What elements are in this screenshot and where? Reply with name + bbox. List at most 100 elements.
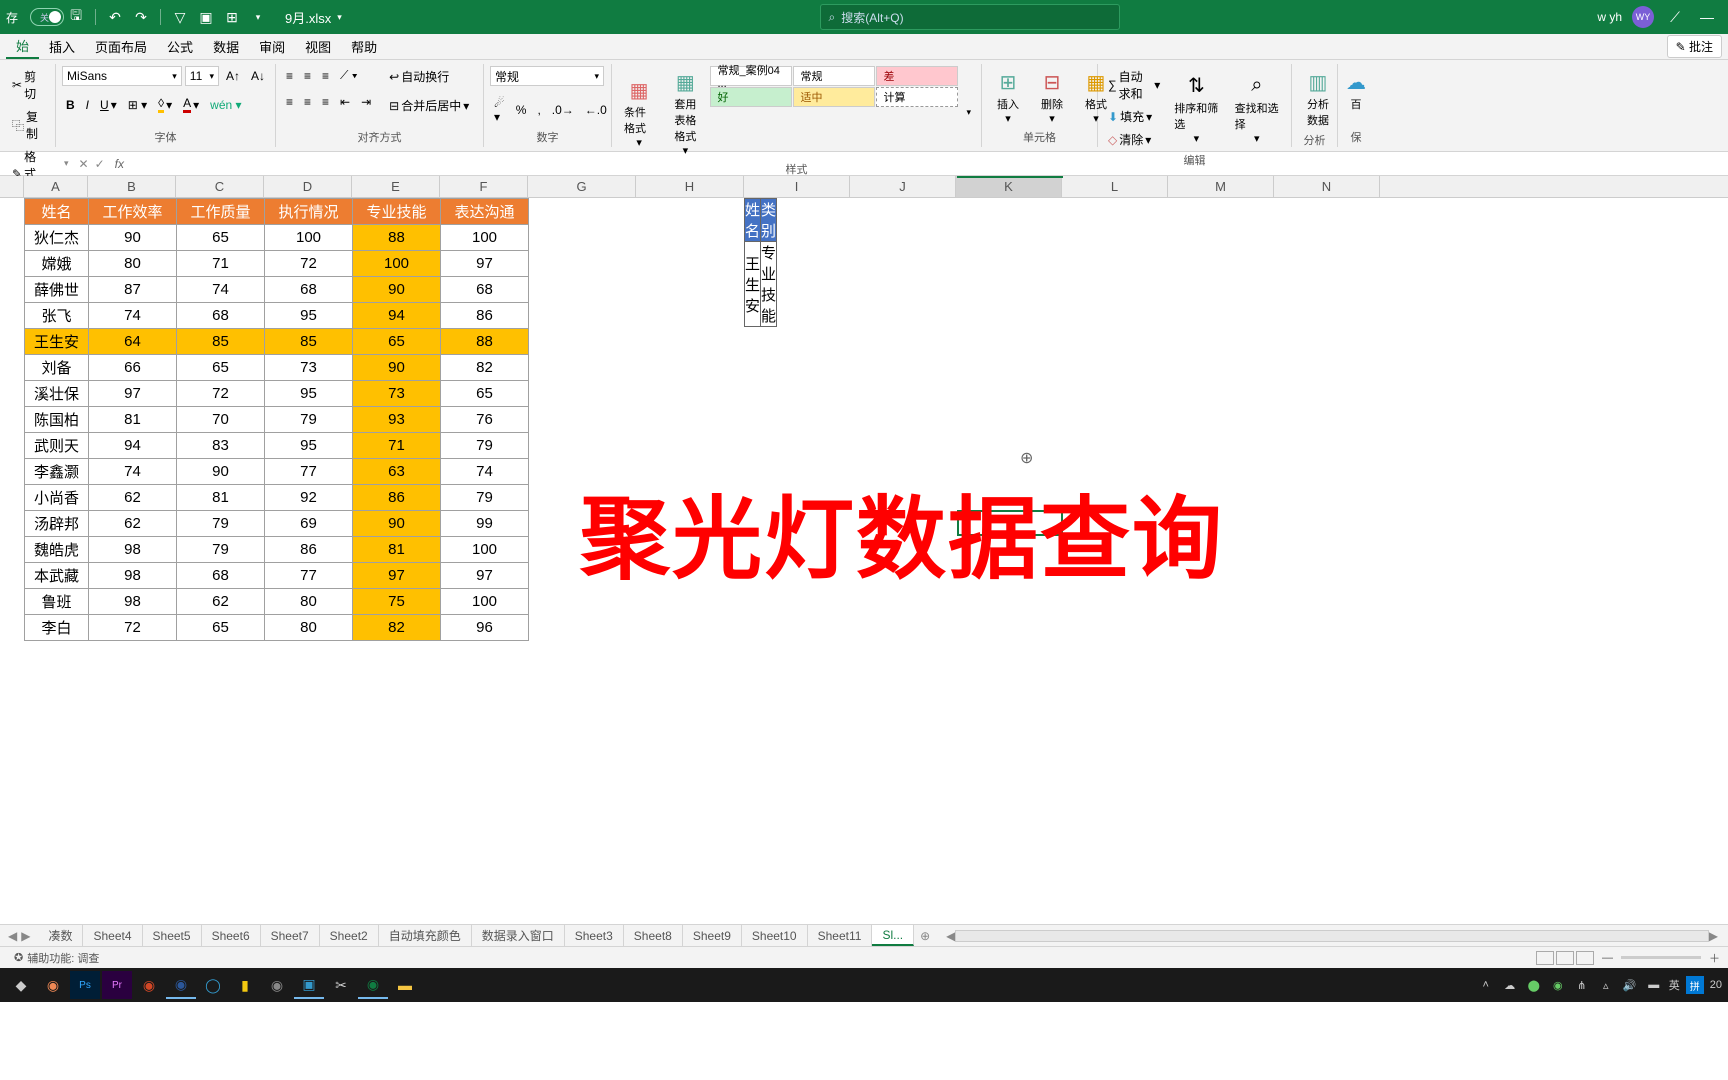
tray-up-icon[interactable]: ˄ <box>1477 976 1495 994</box>
align-center-icon[interactable]: ≡ <box>300 93 315 111</box>
sheet-tab[interactable]: Sheet11 <box>808 925 873 946</box>
indent-dec-icon[interactable]: ⇤ <box>336 93 354 111</box>
sheet-tab[interactable]: Sheet10 <box>742 925 808 946</box>
recorder-icon[interactable]: ▣ <box>294 971 324 999</box>
col-header-J[interactable]: J <box>850 176 956 197</box>
baidu-button[interactable]: ☁百 <box>1344 66 1368 114</box>
cell-style-calc[interactable]: 计算 <box>876 87 958 107</box>
cell-style-custom[interactable]: 常规_案例04 ... <box>710 66 792 86</box>
italic-button[interactable]: I <box>82 96 93 114</box>
view-layout-icon[interactable] <box>1556 951 1574 965</box>
sheet-tab[interactable]: Sheet8 <box>624 925 683 946</box>
autosave-toggle[interactable] <box>30 8 64 26</box>
align-mid-icon[interactable]: ≡ <box>300 67 315 85</box>
hscroll-right-icon[interactable]: ▶ <box>1709 929 1718 943</box>
sheet-tab[interactable]: Sheet3 <box>565 925 624 946</box>
tab-formula[interactable]: 公式 <box>157 34 203 59</box>
col-header-L[interactable]: L <box>1062 176 1168 197</box>
col-header-B[interactable]: B <box>88 176 176 197</box>
tray-network-icon[interactable]: ▵ <box>1597 976 1615 994</box>
tab-data[interactable]: 数据 <box>203 34 249 59</box>
word-icon[interactable]: ◉ <box>166 971 196 999</box>
chrome-icon[interactable]: ◉ <box>38 971 68 999</box>
col-header-G[interactable]: G <box>528 176 636 197</box>
fx-icon[interactable]: fx <box>115 157 124 171</box>
currency-icon[interactable]: ☄ ▾ <box>490 94 509 126</box>
sheet-tab[interactable]: Sheet2 <box>320 925 379 946</box>
sheet-tab[interactable]: Sheet5 <box>143 925 202 946</box>
ribbon-options-icon[interactable]: ⟋ <box>1664 6 1686 28</box>
undo-icon[interactable]: ↶ <box>104 6 126 28</box>
decrease-font-icon[interactable]: A↓ <box>247 67 269 85</box>
col-header-N[interactable]: N <box>1274 176 1380 197</box>
namebox-dropdown-icon[interactable]: ▾ <box>60 158 73 169</box>
accessibility-icon[interactable]: ✪ <box>14 951 23 964</box>
sheet-tab[interactable]: 数据录入窗口 <box>472 925 565 946</box>
tray-battery-icon[interactable]: ▬ <box>1645 976 1663 994</box>
sheet-tab[interactable]: 凑数 <box>38 925 83 946</box>
col-header-K[interactable]: K <box>956 176 1062 197</box>
underline-button[interactable]: U ▾ <box>96 96 121 114</box>
align-right-icon[interactable]: ≡ <box>318 93 333 111</box>
col-header-I[interactable]: I <box>744 176 850 197</box>
camera-icon[interactable]: ▣ <box>195 6 217 28</box>
fill-color-button[interactable]: ◊ ▾ <box>154 94 176 115</box>
col-header-F[interactable]: F <box>440 176 528 197</box>
zoom-out-icon[interactable]: — <box>1602 952 1613 964</box>
account-name[interactable]: w yh <box>1597 10 1622 24</box>
view-break-icon[interactable] <box>1576 951 1594 965</box>
sheet-tab[interactable]: Sheet4 <box>83 925 142 946</box>
align-bot-icon[interactable]: ≡ <box>318 67 333 85</box>
tab-review[interactable]: 审阅 <box>249 34 295 59</box>
sheet-prev-icon[interactable]: ◀ <box>8 929 17 943</box>
tab-insert[interactable]: 插入 <box>39 34 85 59</box>
sheet-tab[interactable]: Sheet9 <box>683 925 742 946</box>
sheet-next-icon[interactable]: ▶ <box>21 929 30 943</box>
col-header-C[interactable]: C <box>176 176 264 197</box>
tray-volume-icon[interactable]: 🔊 <box>1621 976 1639 994</box>
find-select-button[interactable]: ⌕查找和选择▾ <box>1229 66 1285 150</box>
add-sheet-button[interactable]: ⊕ <box>914 929 936 943</box>
hscroll-left-icon[interactable]: ◀ <box>946 929 955 943</box>
cut-button[interactable]: ✂剪切 <box>8 66 49 104</box>
bold-button[interactable]: B <box>62 96 79 114</box>
phonetic-button[interactable]: wén ▾ <box>206 96 245 114</box>
tray-lang[interactable]: 英 <box>1669 977 1680 993</box>
dec-decimal-icon[interactable]: ←.0 <box>581 101 611 119</box>
merge-center-button[interactable]: ⊟合并后居中 ▾ <box>385 95 473 116</box>
fill-button[interactable]: ⬇填充 ▾ <box>1104 106 1164 127</box>
indent-inc-icon[interactable]: ⇥ <box>357 93 375 111</box>
cancel-icon[interactable]: ✕ <box>79 157 89 171</box>
col-header-M[interactable]: M <box>1168 176 1274 197</box>
border-button[interactable]: ⊞ ▾ <box>124 96 151 114</box>
font-name-select[interactable]: MiSans▾ <box>62 66 182 86</box>
form-icon[interactable]: ⊞ <box>221 6 243 28</box>
tab-help[interactable]: 帮助 <box>341 34 387 59</box>
horizontal-scrollbar[interactable] <box>955 930 1708 942</box>
styles-more-icon[interactable]: ▾ <box>962 105 975 120</box>
tray-ime-icon[interactable]: 拼 <box>1686 976 1704 994</box>
view-normal-icon[interactable] <box>1536 951 1554 965</box>
inc-decimal-icon[interactable]: .0→ <box>548 101 578 119</box>
tab-home[interactable]: 始 <box>6 34 39 59</box>
photoshop-icon[interactable]: Ps <box>70 971 100 999</box>
increase-font-icon[interactable]: A↑ <box>222 67 244 85</box>
search-box[interactable]: ⌕ 搜索(Alt+Q) <box>820 4 1120 30</box>
font-size-select[interactable]: 11▾ <box>185 66 219 86</box>
cell-style-normal[interactable]: 常规 <box>793 66 875 86</box>
tab-layout[interactable]: 页面布局 <box>85 34 157 59</box>
align-left-icon[interactable]: ≡ <box>282 93 297 111</box>
file-name[interactable]: 9月.xlsx <box>285 8 331 27</box>
comma-icon[interactable]: , <box>533 101 544 119</box>
select-all-corner[interactable] <box>0 176 24 197</box>
autosum-button[interactable]: ∑自动求和 ▾ <box>1104 66 1164 104</box>
percent-icon[interactable]: % <box>512 101 531 119</box>
delete-cells-button[interactable]: ⊟删除▾ <box>1032 66 1072 127</box>
analyze-data-button[interactable]: ▥分析 数据 <box>1298 66 1338 130</box>
tray-bluetooth-icon[interactable]: ⋔ <box>1573 976 1591 994</box>
col-header-E[interactable]: E <box>352 176 440 197</box>
tray-security-icon[interactable]: ⬤ <box>1525 976 1543 994</box>
font-color-button[interactable]: A ▾ <box>179 94 203 115</box>
tray-time[interactable]: 20 <box>1710 979 1722 991</box>
insert-cells-button[interactable]: ⊞插入▾ <box>988 66 1028 127</box>
